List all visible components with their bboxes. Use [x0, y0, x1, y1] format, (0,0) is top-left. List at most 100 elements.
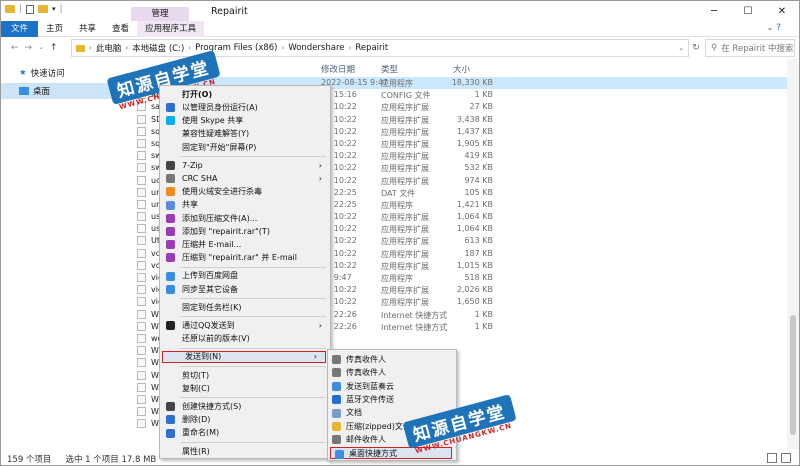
file-icon: [137, 163, 146, 173]
share-icon: [166, 200, 175, 210]
details-view-icon[interactable]: [767, 453, 777, 463]
file-size: 419 KB: [464, 151, 493, 161]
menu-item-add-to-rar[interactable]: 添加到 "repairit.rar"(T): [160, 225, 330, 238]
item-count: 159 个项目: [7, 455, 52, 465]
send-to-item-fax-recipient-2[interactable]: 传真收件人: [328, 366, 456, 379]
menu-item-skype-share[interactable]: 使用 Skype 共享: [160, 114, 330, 127]
help-icon: ?: [776, 23, 781, 33]
search-icon: ⚲: [711, 43, 718, 53]
properties-icon[interactable]: [26, 4, 35, 14]
breadcrumb-this-pc[interactable]: 此电脑: [96, 42, 122, 54]
file-size: 1,437 KB: [456, 126, 493, 136]
menu-item-label: CRC SHA: [182, 173, 218, 183]
menu-item-7zip[interactable]: 7-Zip ›: [160, 159, 330, 172]
file-name: W: [151, 309, 159, 319]
scrollbar-thumb[interactable]: [790, 315, 796, 435]
address-path[interactable]: › 此电脑 › 本地磁盘 (C:) › Program Files (x86) › W…: [71, 39, 689, 57]
file-name: W: [151, 419, 159, 429]
tab-app-tools[interactable]: 应用程序工具: [137, 20, 205, 37]
file-icon: [137, 126, 146, 136]
file-type: 应用程序扩展: [381, 261, 429, 271]
menu-item-copy[interactable]: 复制(C): [160, 382, 330, 395]
menu-separator: [180, 156, 326, 157]
nav-item-quick-access[interactable]: ★ 快速访问: [19, 67, 65, 79]
menu-item-label: 蓝牙文件传送: [346, 394, 394, 404]
column-size[interactable]: 大小: [453, 63, 470, 75]
menu-item-compat-troubleshoot[interactable]: 兼容性疑难解答(Y): [160, 128, 330, 141]
breadcrumb-local-disk[interactable]: 本地磁盘 (C:): [132, 42, 184, 54]
menu-item-label: 上传到百度网盘: [182, 271, 238, 281]
chevron-down-icon[interactable]: ▾: [52, 5, 56, 13]
star-icon: ★: [19, 68, 27, 78]
folder-icon[interactable]: [5, 5, 15, 13]
forward-arrow-icon[interactable]: →: [25, 43, 33, 53]
file-size: 187 KB: [464, 248, 493, 258]
menu-item-upload-baidu[interactable]: 上传到百度网盘: [160, 270, 330, 283]
breadcrumb-repairit[interactable]: Repairit: [355, 43, 388, 53]
tab-view[interactable]: 查看: [104, 21, 137, 37]
rename-icon: [166, 428, 175, 438]
menu-item-open[interactable]: 打开(O): [160, 88, 330, 101]
menu-item-rename[interactable]: 重命名(M): [160, 427, 330, 440]
explorer-window: | ▾ | 管理 Repairit ─ ☐ ✕ 文件 主页 共享 查看 应用程序…: [0, 0, 800, 466]
maximize-button[interactable]: ☐: [731, 1, 765, 21]
file-icon: [137, 260, 146, 270]
help-button[interactable]: ⌄ ?: [767, 23, 781, 33]
up-arrow-icon[interactable]: ↑: [50, 43, 58, 53]
file-name: W: [151, 407, 159, 417]
address-dropdown-icon[interactable]: ⌄: [678, 44, 684, 52]
send-to-item-fax-recipient[interactable]: 传真收件人: [328, 353, 456, 366]
menu-item-create-shortcut[interactable]: 创建快捷方式(S): [160, 400, 330, 413]
menu-item-compress-email[interactable]: 压缩并 E-mail...: [160, 238, 330, 251]
desktop-icon: [19, 87, 29, 95]
menu-item-delete[interactable]: 删除(D): [160, 413, 330, 426]
large-icons-view-icon[interactable]: [781, 453, 791, 463]
menu-item-sync-devices[interactable]: 同步至其它设备: [160, 283, 330, 296]
menu-item-crc-sha[interactable]: CRC SHA ›: [160, 172, 330, 185]
search-box[interactable]: ⚲ 在 Repairit 中搜索: [705, 39, 795, 57]
window-title: Repairit: [211, 6, 248, 17]
send-to-item-lanzou-cloud[interactable]: 发送到蓝奏云: [328, 380, 456, 393]
menu-item-restore-versions[interactable]: 还原以前的版本(V): [160, 332, 330, 345]
back-arrow-icon[interactable]: ←: [11, 43, 19, 53]
menu-item-cut[interactable]: 剪切(T): [160, 369, 330, 382]
menu-item-share[interactable]: 共享: [160, 199, 330, 212]
vertical-scrollbar[interactable]: [787, 59, 799, 449]
quick-access-toolbar: | ▾ |: [5, 4, 63, 14]
menu-item-pin-taskbar[interactable]: 固定到任务栏(K): [160, 301, 330, 314]
tab-home[interactable]: 主页: [38, 21, 71, 37]
menu-item-label: 压缩到 "repairit.rar" 并 E-mail: [182, 253, 297, 263]
send-to-item-bluetooth-transfer[interactable]: 蓝牙文件传送: [328, 393, 456, 406]
menu-item-add-to-archive[interactable]: 添加到压缩文件(A)...: [160, 212, 330, 225]
breadcrumb-wondershare[interactable]: Wondershare: [288, 43, 344, 53]
file-type: Internet 快捷方式: [381, 322, 448, 332]
file-size: 3,438 KB: [456, 114, 493, 124]
menu-item-label: 使用火绒安全进行杀毒: [182, 187, 262, 197]
file-icon: [137, 370, 146, 380]
file-icon: [137, 151, 146, 161]
file-type: 应用程序扩展: [381, 237, 429, 247]
recent-chevron-icon[interactable]: ⌄: [38, 43, 44, 53]
menu-item-properties[interactable]: 属性(R): [160, 445, 330, 458]
column-date[interactable]: 修改日期: [321, 63, 355, 75]
menu-item-compress-rar-email[interactable]: 压缩到 "repairit.rar" 并 E-mail: [160, 251, 330, 264]
menu-item-send-to[interactable]: 发送到(N) ›: [162, 350, 326, 364]
menu-item-run-as-admin[interactable]: 以管理员身份运行(A): [160, 101, 330, 114]
menu-separator: [180, 266, 326, 268]
folder-icon: [76, 44, 85, 52]
new-folder-icon[interactable]: [38, 5, 49, 13]
file-size: 1 KB: [474, 309, 493, 319]
refresh-icon[interactable]: ↻: [689, 43, 703, 53]
menu-separator: [180, 347, 326, 349]
menu-item-qq-send[interactable]: 通过QQ发送到 ›: [160, 319, 330, 332]
minimize-button[interactable]: ─: [697, 1, 731, 21]
compress-rar-email-icon: [166, 253, 175, 263]
tab-share[interactable]: 共享: [71, 21, 104, 37]
menu-separator: [180, 441, 326, 443]
file-icon: [137, 346, 146, 356]
menu-item-pin-start[interactable]: 固定到"开始"屏幕(P): [160, 141, 330, 154]
column-type[interactable]: 类型: [381, 63, 398, 75]
close-button[interactable]: ✕: [765, 1, 799, 21]
menu-item-huorong-scan[interactable]: 使用火绒安全进行杀毒: [160, 185, 330, 198]
tab-file[interactable]: 文件: [1, 20, 39, 37]
